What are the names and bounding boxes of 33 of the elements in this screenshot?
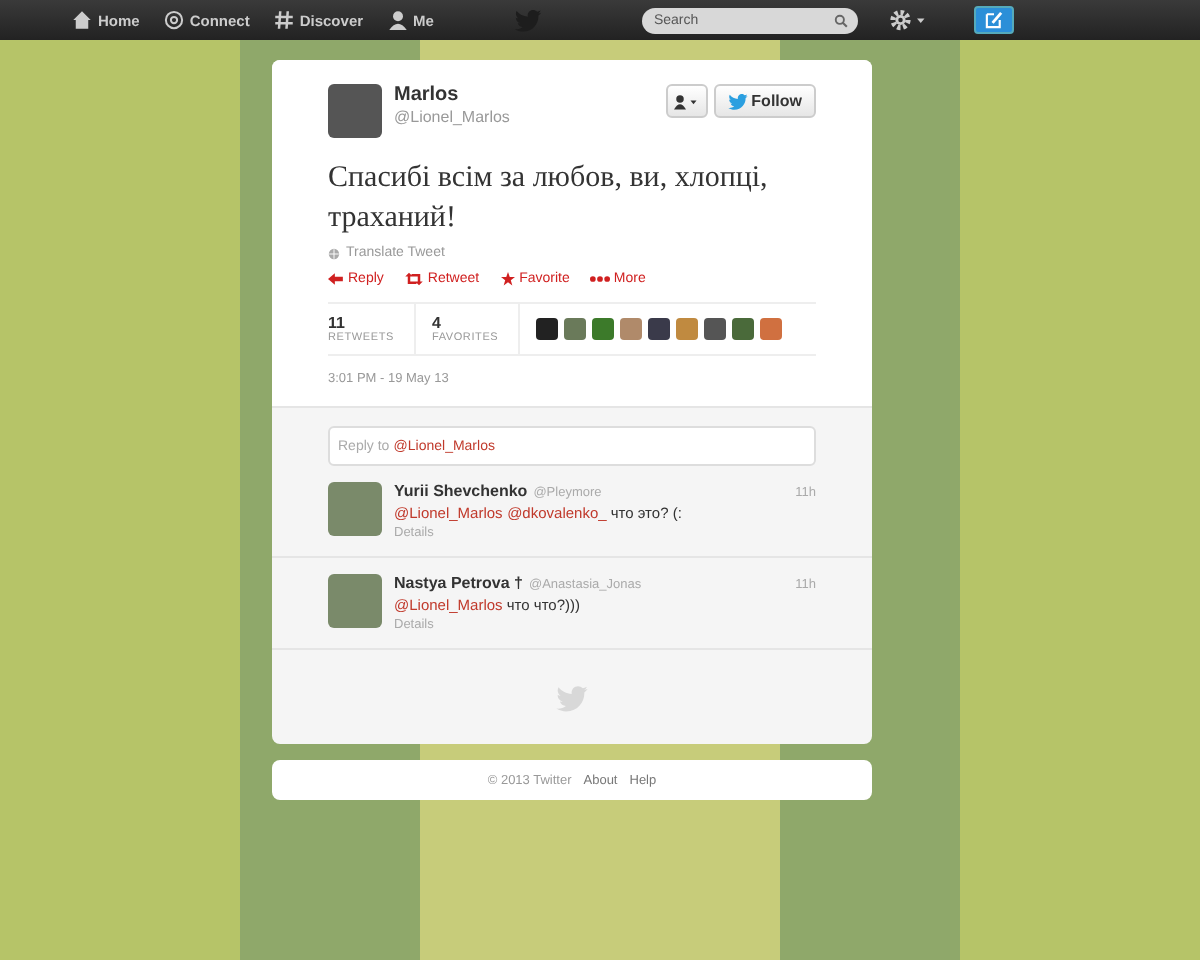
person-icon [387,10,408,30]
user-avatar-photo[interactable] [648,318,671,340]
user-avatar-photo[interactable] [732,318,755,340]
globe-icon [328,247,340,259]
user-menu-button[interactable] [665,84,708,118]
avatar-photo [328,574,382,628]
user-avatar-photo[interactable] [704,318,727,340]
stat-count: 11 [328,314,347,332]
home-icon [72,10,92,30]
avatar-photo [328,84,382,138]
avatar-photo [328,482,382,536]
reply-arrow-icon [328,272,344,286]
bird-icon [727,93,748,109]
bird-logo-icon [556,686,588,712]
dots-icon [589,272,610,286]
user-name[interactable]: Marlos [394,84,666,106]
person-caret-icon [674,93,699,109]
reply-author-name[interactable]: Nastya Petrova † [394,574,523,592]
stat-count: 4 [431,314,443,332]
at-sign-icon [163,10,184,30]
hash-icon [273,10,294,30]
compose-icon [983,10,1004,30]
compose-button[interactable] [973,6,1014,34]
search-icon [833,13,848,27]
bird-logo-icon [513,9,542,31]
settings-icon[interactable] [885,8,930,32]
star-icon [499,272,516,286]
retweet-icon [403,272,424,286]
follow-button[interactable]: Follow [713,84,816,118]
user-handle[interactable]: @Lionel_Marlos [394,108,666,126]
tweet-text: Спасибі всім за любов, ви, хлопці, траханий! [328,160,770,238]
user-avatar-photo[interactable] [536,318,559,340]
reply-author-name[interactable]: Yurii Shevchenko [394,482,528,500]
